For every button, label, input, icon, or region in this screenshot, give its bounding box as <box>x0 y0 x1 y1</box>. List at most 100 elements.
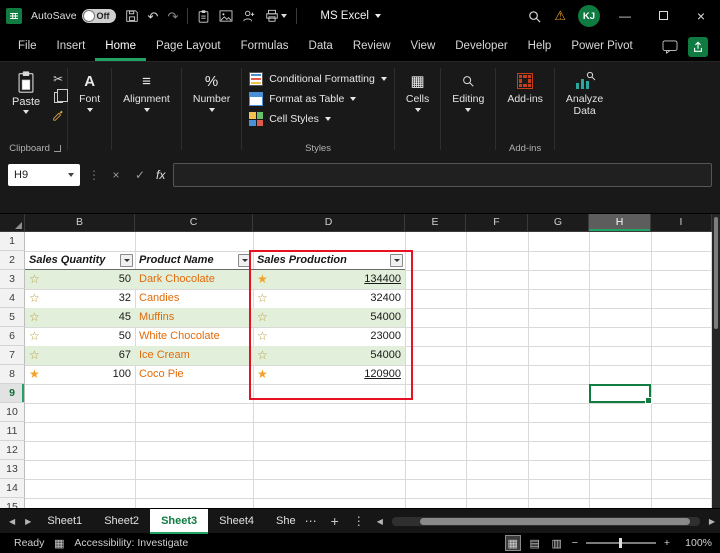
row-header-2[interactable]: 2 <box>0 251 25 270</box>
vertical-scrollbar-thumb[interactable] <box>714 217 718 329</box>
row-header-8[interactable]: 8 <box>0 365 25 384</box>
cut-icon[interactable]: ✂ <box>53 72 63 86</box>
zoom-slider[interactable] <box>585 538 656 548</box>
menu-tab-home[interactable]: Home <box>95 32 146 61</box>
cell-quantity[interactable]: 32 <box>39 289 131 308</box>
save-icon[interactable] <box>125 9 139 23</box>
selected-cell[interactable] <box>589 384 652 404</box>
row-header-15[interactable]: 15 <box>0 498 25 508</box>
share-button[interactable] <box>688 36 708 57</box>
cell-quantity[interactable]: 100 <box>39 365 131 384</box>
zoom-out-button[interactable]: − <box>572 537 578 549</box>
analyze-data-button[interactable]: Analyze Data <box>558 66 611 156</box>
row-header-6[interactable]: 6 <box>0 327 25 346</box>
minimize-button[interactable]: — <box>612 9 638 23</box>
column-header-E[interactable]: E <box>405 214 466 232</box>
row-header-9[interactable]: 9 <box>0 384 25 403</box>
sheet-tab-sheet3[interactable]: Sheet3 <box>150 508 209 534</box>
horizontal-scrollbar[interactable] <box>391 516 700 526</box>
page-layout-view-button[interactable]: ▤ <box>528 536 542 550</box>
hscroll-right-icon[interactable]: ▶ <box>704 517 720 526</box>
row-header-5[interactable]: 5 <box>0 308 25 327</box>
avatar[interactable]: KJ <box>578 5 600 27</box>
menu-tab-developer[interactable]: Developer <box>445 32 517 61</box>
redo-icon[interactable]: ↷ <box>167 10 178 23</box>
sheet-tab-sheet1[interactable]: Sheet1 <box>36 509 93 534</box>
alignment-group-button[interactable]: ≡ Alignment <box>115 66 178 156</box>
page-break-view-button[interactable]: ▥ <box>550 536 564 550</box>
horizontal-scrollbar-thumb[interactable] <box>419 517 690 525</box>
menu-tab-formulas[interactable]: Formulas <box>231 32 299 61</box>
row-header-13[interactable]: 13 <box>0 460 25 479</box>
dialog-launcher-icon[interactable] <box>53 145 61 152</box>
cell-product[interactable]: Candies <box>139 289 179 308</box>
person-add-icon[interactable] <box>242 9 256 23</box>
row-header-3[interactable]: 3 <box>0 270 25 289</box>
excel-logo-icon[interactable] <box>6 8 22 24</box>
menu-tab-page-layout[interactable]: Page Layout <box>146 32 231 61</box>
menu-tab-help[interactable]: Help <box>518 32 562 61</box>
hscroll-left-icon[interactable]: ◀ <box>372 517 388 526</box>
row-header-14[interactable]: 14 <box>0 479 25 498</box>
row-header-1[interactable]: 1 <box>0 232 25 251</box>
more-sheets-icon[interactable]: ⋯ <box>298 514 324 528</box>
select-all-corner[interactable] <box>0 214 25 232</box>
comment-icon[interactable] <box>662 39 678 54</box>
maximize-button[interactable] <box>650 9 676 23</box>
picture-icon[interactable] <box>219 10 233 22</box>
column-header-F[interactable]: F <box>466 214 528 232</box>
cell-styles-button[interactable]: Cell Styles <box>249 109 331 129</box>
grid-cells[interactable]: Sales Quantity Product Name Sales Produc… <box>25 232 712 508</box>
copy-icon[interactable] <box>53 89 68 103</box>
format-painter-icon[interactable] <box>52 109 64 121</box>
cell-product[interactable]: Dark Chocolate <box>139 270 215 289</box>
undo-icon[interactable]: ↶ <box>148 10 159 23</box>
warning-icon[interactable]: ⚠ <box>554 8 566 24</box>
row-header-11[interactable]: 11 <box>0 422 25 441</box>
number-group-button[interactable]: % Number <box>185 66 238 156</box>
name-box[interactable]: H9 <box>8 164 80 186</box>
close-button[interactable]: × <box>688 8 714 24</box>
column-header-D[interactable]: D <box>253 214 405 232</box>
column-header-I[interactable]: I <box>651 214 712 232</box>
addins-button[interactable]: Add-ins <box>499 66 551 105</box>
zoom-slider-thumb[interactable] <box>618 538 622 548</box>
autosave-toggle[interactable]: AutoSave Off <box>31 9 116 23</box>
clipboard-icon[interactable] <box>197 9 210 23</box>
font-group-button[interactable]: A Font <box>71 66 108 156</box>
cell-product[interactable]: Ice Cream <box>139 346 190 365</box>
cell-quantity[interactable]: 45 <box>39 308 131 327</box>
format-as-table-button[interactable]: Format as Table <box>249 89 357 109</box>
sheet-nav-right-icon[interactable]: ▶ <box>20 517 36 526</box>
column-header-B[interactable]: B <box>25 214 135 232</box>
filter-dropdown-icon[interactable] <box>120 254 133 267</box>
column-header-H[interactable]: H <box>589 214 651 232</box>
menu-tab-view[interactable]: View <box>401 32 446 61</box>
cell-product[interactable]: Coco Pie <box>139 365 184 384</box>
menu-tab-review[interactable]: Review <box>343 32 401 61</box>
paste-button[interactable]: Paste <box>6 68 46 121</box>
normal-view-button[interactable]: ▦ <box>504 535 521 551</box>
cell-product[interactable]: White Chocolate <box>139 327 220 346</box>
cancel-entry-button[interactable]: × <box>108 168 124 182</box>
sheet-options-kebab-icon[interactable]: ⋮ <box>346 514 372 528</box>
add-sheet-button[interactable]: + <box>324 513 346 529</box>
window-title[interactable]: MS Excel <box>320 10 381 22</box>
row-header-12[interactable]: 12 <box>0 441 25 460</box>
formula-bar-handle[interactable]: ⋮ <box>88 168 100 182</box>
confirm-entry-button[interactable]: ✓ <box>132 168 148 182</box>
cell-quantity[interactable]: 50 <box>39 327 131 346</box>
cell-quantity[interactable]: 50 <box>39 270 131 289</box>
sheet-nav-left-icon[interactable]: ◀ <box>4 517 20 526</box>
column-header-C[interactable]: C <box>135 214 253 232</box>
editing-group-button[interactable]: Editing <box>444 66 492 156</box>
zoom-in-button[interactable]: + <box>664 537 670 549</box>
vertical-scrollbar[interactable] <box>712 214 720 508</box>
sheet-tab-sheet5-truncated[interactable]: She <box>265 509 298 534</box>
cells-group-button[interactable]: ▦ Cells <box>398 66 437 156</box>
sheet-tab-sheet2[interactable]: Sheet2 <box>93 509 150 534</box>
accessibility-status[interactable]: Accessibility: Investigate <box>74 537 188 549</box>
formula-input[interactable] <box>173 163 712 187</box>
menu-tab-file[interactable]: File <box>8 32 47 61</box>
menu-tab-power-pivot[interactable]: Power Pivot <box>561 32 642 61</box>
